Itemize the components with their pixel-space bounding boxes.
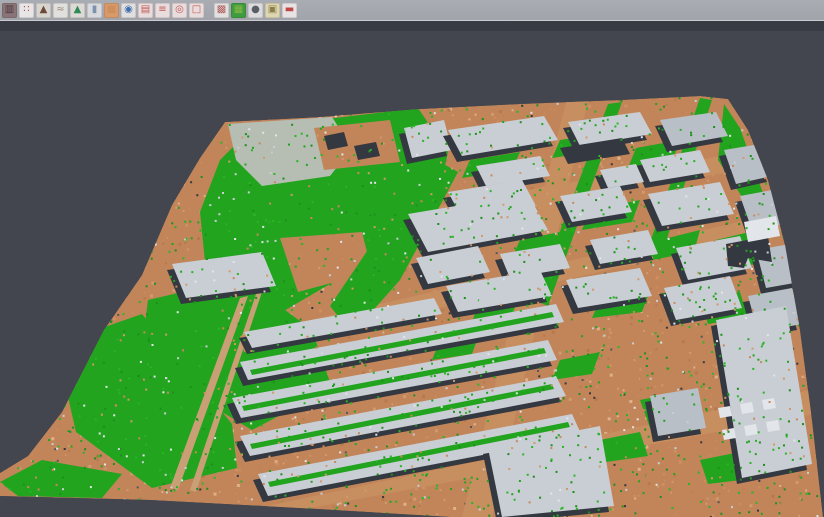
attribute-table-icon[interactable]: ▤	[138, 3, 153, 18]
flag-stripes-icon[interactable]: ▬	[282, 3, 297, 18]
terrain-model-icon[interactable]: ▲	[70, 3, 85, 18]
application-window: { "window": { "toolbar_bg": "#aaacb3", "…	[0, 0, 824, 517]
grid-cells-icon[interactable]: ▩	[214, 3, 229, 18]
toolbar-separator	[206, 3, 212, 18]
circle-select-icon[interactable]: ◎	[172, 3, 187, 18]
layers-list-icon[interactable]: ≡	[155, 3, 170, 18]
under-toolbar-band	[0, 21, 824, 31]
main-toolbar: ▥∷▲≈▲▮■◉▤≡◎□▩▦●▣▬	[0, 0, 824, 21]
orthophoto-icon[interactable]: ■	[104, 3, 119, 18]
white-shed	[718, 406, 732, 418]
open-file-icon[interactable]: ▥	[2, 3, 17, 18]
colored-points-icon[interactable]: ∷	[19, 3, 34, 18]
crop-region-icon[interactable]: □	[189, 3, 204, 18]
white-shed	[744, 424, 758, 436]
globe-icon[interactable]: ◉	[121, 3, 136, 18]
main-window-stage: ▥∷▲≈▲▮■◉▤≡◎□▩▦●▣▬	[0, 0, 824, 517]
sphere-3d-icon[interactable]: ●	[248, 3, 263, 18]
3d-viewport[interactable]	[0, 0, 824, 517]
white-shed	[740, 402, 754, 414]
contour-lines-icon[interactable]: ≈	[53, 3, 68, 18]
classification-map-icon[interactable]: ▦	[231, 3, 246, 18]
white-shed	[762, 398, 776, 410]
tin-surface-icon[interactable]: ▲	[36, 3, 51, 18]
measure-notes-icon[interactable]: ▣	[265, 3, 280, 18]
vertical-ruler-icon[interactable]: ▮	[87, 3, 102, 18]
white-shed	[766, 420, 780, 432]
